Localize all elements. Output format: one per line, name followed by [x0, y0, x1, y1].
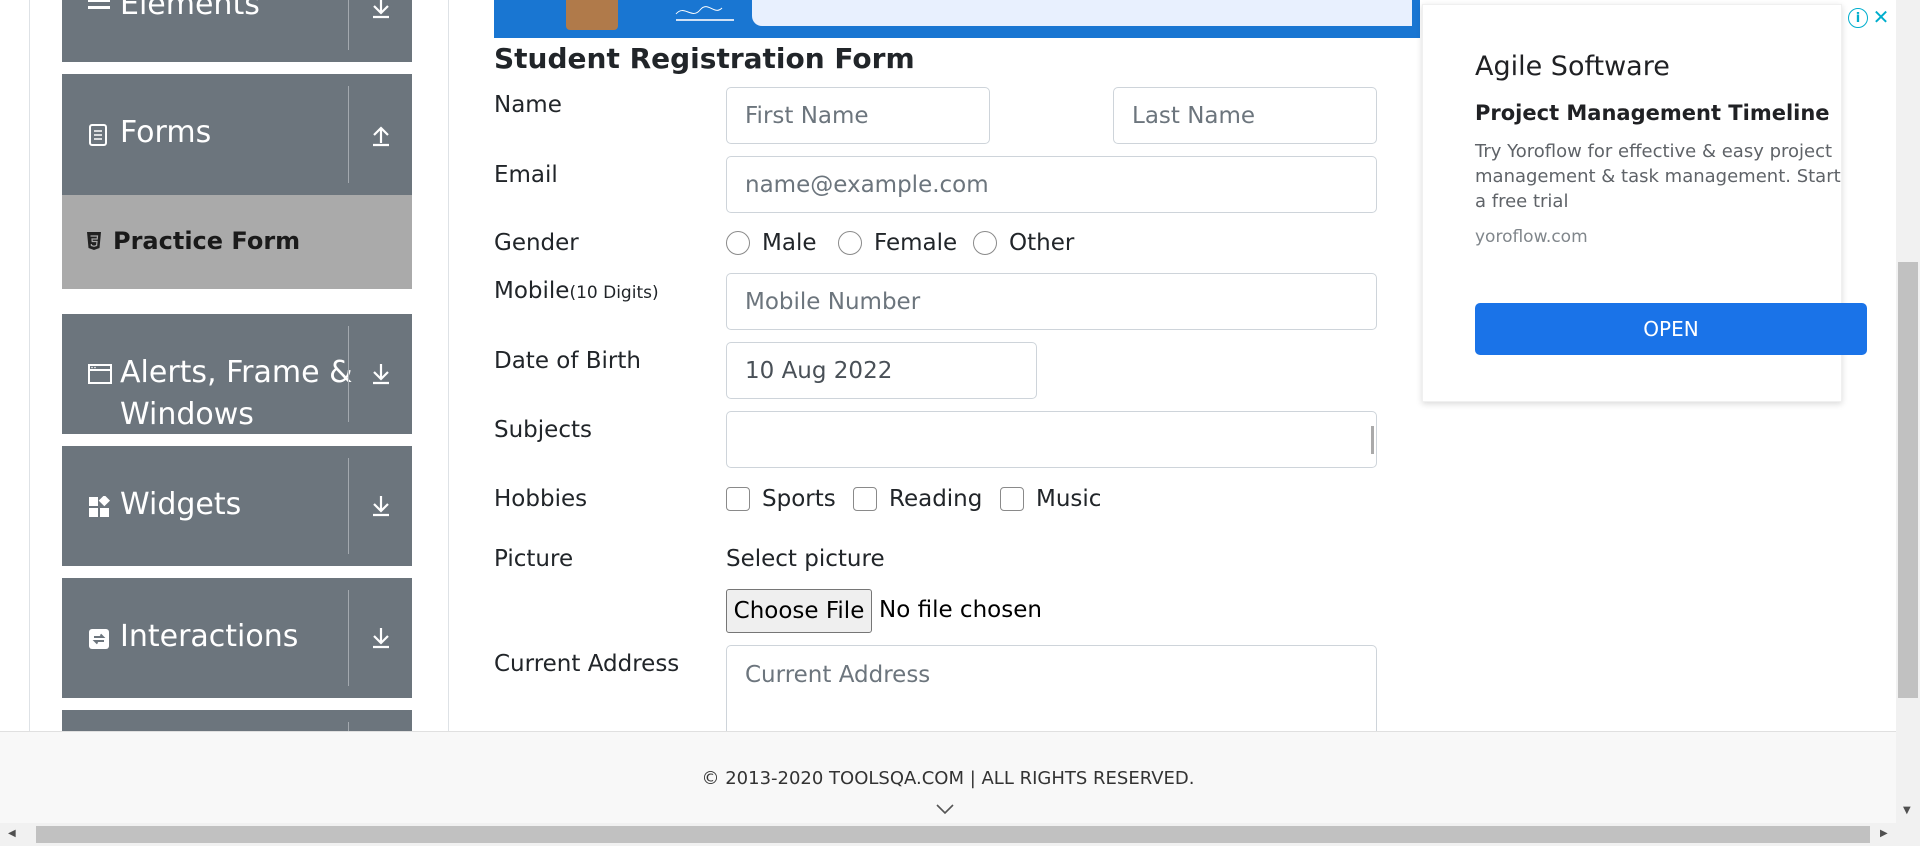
ad-subtitle: Project Management Timeline	[1475, 101, 1830, 125]
file-status: No file chosen	[879, 597, 1042, 623]
divider	[348, 326, 349, 422]
address-textarea[interactable]: Current Address	[726, 645, 1377, 731]
mobile-hint: (10 Digits)	[569, 283, 659, 303]
email-input[interactable]: name@example.com	[726, 156, 1377, 213]
sidebar-group-label: Widgets	[120, 487, 242, 522]
widgets-icon	[88, 494, 111, 518]
sidebar-item-practice-form[interactable]: Practice Form	[62, 195, 412, 289]
download-arrow-icon[interactable]	[360, 486, 402, 526]
address-placeholder: Current Address	[745, 662, 931, 688]
address-label: Current Address	[494, 651, 680, 677]
scroll-right-arrow-icon[interactable]: ▶	[1880, 828, 1888, 839]
last-name-input[interactable]: Last Name	[1113, 87, 1377, 144]
advertisement[interactable]: Agile Software Project Management Timeli…	[1422, 4, 1867, 402]
banner-photo	[566, 0, 618, 30]
divider	[348, 458, 349, 554]
subjects-label: Subjects	[494, 417, 592, 443]
picture-label: Picture	[494, 546, 574, 572]
choose-file-button[interactable]: Choose File	[726, 589, 872, 633]
horizontal-scrollbar-thumb[interactable]	[36, 826, 1870, 843]
select-picture-label: Select picture	[726, 546, 885, 572]
sidebar-group-widgets[interactable]: Widgets	[62, 446, 412, 566]
sidebar-group-label-line1: Alerts, Frame &	[120, 355, 353, 390]
gender-female-label[interactable]: Female	[874, 230, 957, 256]
html5-icon	[86, 231, 102, 255]
dob-input[interactable]: 10 Aug 2022	[726, 342, 1037, 399]
gender-male-radio[interactable]	[726, 231, 750, 255]
top-banner[interactable]	[494, 0, 1420, 38]
sidebar-group-label: Forms	[120, 115, 212, 150]
banner-signature	[674, 2, 744, 27]
gender-female-radio[interactable]	[838, 231, 862, 255]
download-arrow-icon[interactable]	[360, 0, 402, 28]
gender-male-label[interactable]: Male	[762, 230, 816, 256]
banner-panel	[752, 0, 1412, 26]
content-border	[448, 0, 449, 731]
hobby-sports-checkbox[interactable]	[726, 487, 750, 511]
hamburger-icon	[88, 0, 110, 18]
hobby-reading-label[interactable]: Reading	[889, 486, 982, 512]
footer: © 2013-2020 TOOLSQA.COM | ALL RIGHTS RES…	[0, 731, 1896, 823]
email-label: Email	[494, 162, 558, 188]
divider	[348, 0, 349, 50]
download-arrow-icon[interactable]	[360, 354, 402, 394]
mobile-label-text: Mobile	[494, 278, 570, 304]
gender-other-radio[interactable]	[973, 231, 997, 255]
hobby-music-checkbox[interactable]	[1000, 487, 1024, 511]
gender-other-label[interactable]: Other	[1009, 230, 1074, 256]
chevron-down-icon[interactable]	[935, 800, 955, 819]
window-icon	[88, 364, 112, 386]
sidebar-group-interactions[interactable]: Interactions	[62, 578, 412, 698]
download-arrow-icon[interactable]	[360, 618, 402, 658]
scroll-left-arrow-icon[interactable]: ◀	[8, 828, 16, 839]
vertical-scrollbar-thumb[interactable]	[1898, 262, 1918, 698]
sidebar-group-label-line2: Windows	[120, 397, 254, 432]
hobby-sports-label[interactable]: Sports	[762, 486, 836, 512]
subjects-cursor	[1371, 426, 1374, 454]
hobby-music-label[interactable]: Music	[1036, 486, 1101, 512]
divider	[348, 590, 349, 686]
sidebar-group-label: Interactions	[120, 619, 299, 654]
upload-arrow-icon[interactable]	[360, 115, 402, 155]
sidebar-group-partial[interactable]	[62, 710, 412, 731]
mobile-label: Mobile(10 Digits)	[494, 278, 659, 304]
sidebar-border	[29, 0, 30, 731]
form-title: Student Registration Form	[494, 42, 915, 75]
sidebar-group-forms[interactable]: Forms	[62, 74, 412, 195]
name-label: Name	[494, 92, 562, 118]
hobby-reading-checkbox[interactable]	[853, 487, 877, 511]
footer-copyright: © 2013-2020 TOOLSQA.COM | ALL RIGHTS RES…	[701, 768, 1195, 789]
divider	[348, 722, 349, 731]
interactions-icon	[88, 628, 110, 650]
first-name-input[interactable]: First Name	[726, 87, 990, 144]
sidebar-group-elements[interactable]: Elements	[62, 0, 412, 62]
ad-title: Agile Software	[1475, 51, 1670, 82]
sidebar-group-label: Elements	[120, 0, 260, 22]
ad-close-icon[interactable]: ✕	[1870, 5, 1892, 29]
ad-open-button[interactable]: OPEN	[1475, 303, 1867, 355]
ad-body: Try Yoroflow for effective & easy projec…	[1475, 141, 1841, 212]
sidebar-item-label: Practice Form	[113, 227, 301, 255]
hobbies-label: Hobbies	[494, 486, 588, 512]
dob-label: Date of Birth	[494, 348, 641, 374]
ad-url[interactable]: yoroflow.com	[1475, 227, 1588, 247]
document-icon	[88, 124, 110, 146]
gender-label: Gender	[494, 230, 579, 256]
ad-info-icon[interactable]: i	[1848, 8, 1868, 28]
sidebar-group-alerts[interactable]: Alerts, Frame & Windows	[62, 314, 412, 434]
mobile-input[interactable]: Mobile Number	[726, 273, 1377, 330]
scroll-down-arrow-icon[interactable]: ▼	[1903, 805, 1911, 816]
divider	[348, 86, 349, 183]
subjects-input[interactable]	[726, 411, 1377, 468]
